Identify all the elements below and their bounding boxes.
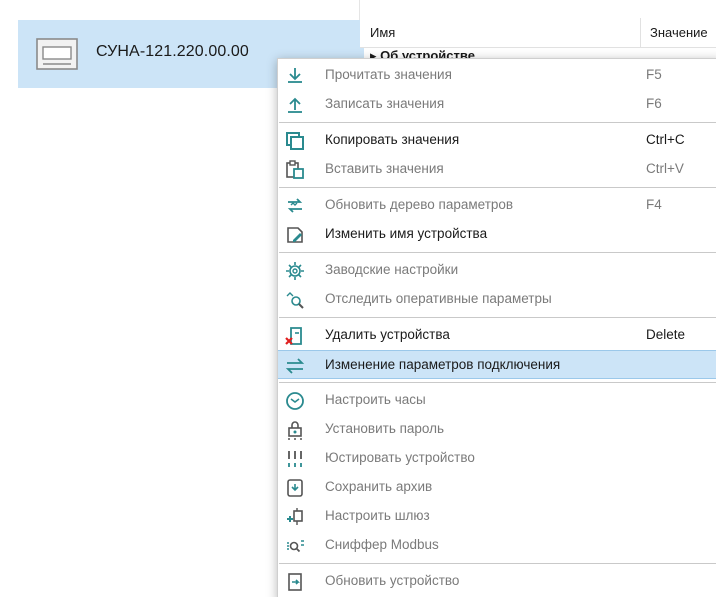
menu-item-shortcut: Ctrl+C xyxy=(646,132,685,147)
update-device-icon xyxy=(285,572,305,592)
menu-item-label: Сниффер Modbus xyxy=(325,537,439,552)
menu-item-upload-arrow[interactable]: Записать значения F6 xyxy=(278,90,716,119)
menu-item-label: Установить пароль xyxy=(325,421,445,436)
menu-item-label: Обновить устройство xyxy=(325,573,460,588)
menu-item-label: Юстировать устройство xyxy=(325,450,475,465)
menu-separator xyxy=(279,563,716,564)
monitor-icon xyxy=(285,290,305,310)
device-name: СУНА-121.220.00.00 xyxy=(96,43,249,60)
column-header-name[interactable]: Имя xyxy=(370,25,395,40)
rename-icon xyxy=(285,225,305,245)
menu-item-shortcut: F4 xyxy=(646,197,662,212)
copy-icon xyxy=(285,131,305,151)
menu-item-gateway[interactable]: Настроить шлюз xyxy=(278,502,716,531)
menu-item-label: Изменение параметров подключения xyxy=(325,357,561,372)
menu-separator xyxy=(279,187,716,188)
menu-item-label: Копировать значения xyxy=(325,132,460,147)
menu-item-delete-device[interactable]: Удалить устройства Delete xyxy=(278,321,716,350)
paste-icon xyxy=(285,160,305,180)
column-divider[interactable] xyxy=(640,18,641,48)
menu-item-label: Заводские настройки xyxy=(325,262,459,277)
menu-item-update-device[interactable]: Обновить устройство xyxy=(278,567,716,596)
menu-item-monitor[interactable]: Отследить оперативные параметры xyxy=(278,285,716,314)
upload-arrow-icon xyxy=(285,95,305,115)
calibrate-icon xyxy=(285,449,305,469)
gateway-icon xyxy=(285,507,305,527)
menu-item-refresh-tree[interactable]: Обновить дерево параметров F4 xyxy=(278,191,716,220)
menu-item-factory-settings[interactable]: Заводские настройки xyxy=(278,256,716,285)
menu-item-label: Удалить устройства xyxy=(325,327,450,342)
menu-item-connection[interactable]: Изменение параметров подключения xyxy=(278,350,716,379)
menu-separator xyxy=(279,382,716,383)
context-menu: Прочитать значения F5 Записать значения F6 К… xyxy=(277,58,716,597)
menu-item-label: Отследить оперативные параметры xyxy=(325,291,552,306)
menu-item-shortcut: Ctrl+V xyxy=(646,161,684,176)
factory-settings-icon xyxy=(285,261,305,281)
menu-item-label: Обновить дерево параметров xyxy=(325,197,514,212)
menu-item-label: Вставить значения xyxy=(325,161,444,176)
menu-separator xyxy=(279,317,716,318)
menu-item-rename[interactable]: Изменить имя устройства xyxy=(278,220,716,249)
menu-item-label: Настроить часы xyxy=(325,392,426,407)
menu-item-copy[interactable]: Копировать значения Ctrl+C xyxy=(278,126,716,155)
clock-icon xyxy=(285,391,305,411)
menu-item-label: Записать значения xyxy=(325,96,445,111)
menu-item-clock[interactable]: Настроить часы xyxy=(278,386,716,415)
column-header-value[interactable]: Значение xyxy=(650,25,708,40)
menu-item-shortcut: Delete xyxy=(646,327,686,342)
menu-separator xyxy=(279,252,716,253)
menu-item-label: Настроить шлюз xyxy=(325,508,430,523)
menu-item-sniffer[interactable]: Сниффер Modbus xyxy=(278,531,716,560)
download-arrow-icon xyxy=(285,66,305,86)
menu-item-calibrate[interactable]: Юстировать устройство xyxy=(278,444,716,473)
menu-item-label: Сохранить архив xyxy=(325,479,433,494)
refresh-tree-icon xyxy=(285,196,305,216)
menu-item-save-archive[interactable]: Сохранить архив xyxy=(278,473,716,502)
sniffer-icon xyxy=(285,536,305,556)
menu-item-shortcut: F6 xyxy=(646,96,662,111)
device-icon xyxy=(36,38,78,70)
menu-item-paste[interactable]: Вставить значения Ctrl+V xyxy=(278,155,716,184)
table-header: Имя Значение xyxy=(360,18,716,48)
connection-icon xyxy=(285,356,305,376)
menu-item-download-arrow[interactable]: Прочитать значения F5 xyxy=(278,61,716,90)
menu-separator xyxy=(279,122,716,123)
menu-item-label: Прочитать значения xyxy=(325,67,452,82)
password-icon xyxy=(285,420,305,440)
menu-item-password[interactable]: Установить пароль xyxy=(278,415,716,444)
delete-device-icon xyxy=(285,326,305,346)
menu-item-shortcut: F5 xyxy=(646,67,662,82)
save-archive-icon xyxy=(285,478,305,498)
menu-item-label: Изменить имя устройства xyxy=(325,226,488,241)
